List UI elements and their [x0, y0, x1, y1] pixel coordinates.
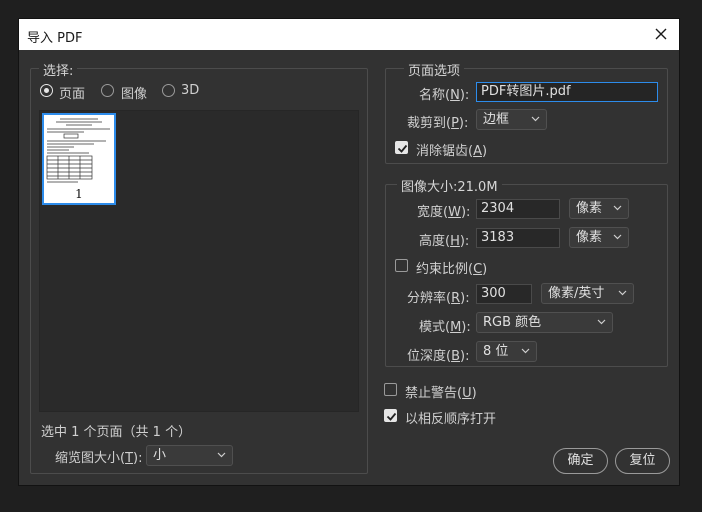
select-legend: 选择:: [39, 60, 78, 79]
crop-label: 裁剪到(P):: [407, 116, 469, 131]
checkmark-icon: [397, 144, 408, 153]
constrain-label[interactable]: 约束比例(C): [416, 258, 487, 277]
import-pdf-dialog: 导入 PDF 选择: 页面 图像 3D 1 选中 1 个页面（共 1 个） 缩览…: [18, 18, 680, 486]
reverse-order-checkbox[interactable]: [384, 409, 397, 422]
checkmark-icon: [386, 412, 397, 421]
depth-select[interactable]: 8 位: [476, 341, 537, 362]
resolution-unit-select[interactable]: 像素/英寸: [541, 283, 634, 304]
width-label: 宽度(W):: [417, 205, 471, 220]
chevron-down-icon: [217, 452, 226, 458]
window-title: 导入 PDF: [27, 31, 83, 46]
chevron-down-icon: [613, 205, 622, 211]
name-label: 名称(N):: [419, 88, 470, 103]
page-options-legend: 页面选项: [404, 60, 465, 79]
resolution-field[interactable]: 300: [476, 284, 532, 304]
suppress-warnings-checkbox[interactable]: [384, 383, 397, 396]
radio-image[interactable]: [101, 84, 114, 97]
depth-label: 位深度(B):: [407, 349, 470, 364]
height-unit-select[interactable]: 像素: [569, 227, 629, 248]
page-thumbnail[interactable]: 1: [42, 113, 116, 205]
chevron-down-icon: [618, 290, 627, 296]
height-label: 高度(H):: [419, 234, 470, 249]
name-field[interactable]: PDF转图片.pdf: [476, 82, 658, 102]
resolution-label: 分辨率(R):: [407, 291, 470, 306]
radio-page[interactable]: [40, 84, 53, 97]
reset-button[interactable]: 复位: [615, 448, 670, 474]
constrain-checkbox[interactable]: [395, 259, 408, 272]
width-unit-select[interactable]: 像素: [569, 198, 629, 219]
image-size-legend: 图像大小:21.0M: [397, 176, 502, 195]
title-bar: 导入 PDF: [19, 19, 679, 50]
close-icon[interactable]: [651, 24, 671, 44]
radio-page-label[interactable]: 页面: [59, 83, 85, 102]
thumb-size-label: 缩览图大小(T):: [55, 451, 143, 466]
radio-3d-label[interactable]: 3D: [181, 83, 199, 98]
radio-image-label[interactable]: 图像: [121, 83, 147, 102]
width-field[interactable]: 2304: [476, 199, 560, 219]
selection-status: 选中 1 个页面（共 1 个）: [41, 425, 192, 440]
suppress-warnings-label[interactable]: 禁止警告(U): [405, 382, 477, 401]
chevron-down-icon: [521, 348, 530, 354]
chevron-down-icon: [531, 116, 540, 122]
ok-button[interactable]: 确定: [553, 448, 608, 474]
mode-select[interactable]: RGB 颜色: [476, 312, 613, 333]
thumbnail-panel[interactable]: 1: [39, 110, 359, 412]
antialias-label[interactable]: 消除锯齿(A): [416, 140, 487, 159]
reverse-order-label[interactable]: 以相反顺序打开: [405, 408, 496, 427]
mode-label: 模式(M):: [419, 320, 471, 335]
chevron-down-icon: [597, 319, 606, 325]
radio-3d[interactable]: [162, 84, 175, 97]
thumb-size-select[interactable]: 小: [146, 445, 233, 466]
crop-select[interactable]: 边框: [476, 109, 547, 130]
page-preview-graphic: [46, 118, 110, 183]
page-number: 1: [75, 187, 83, 201]
height-field[interactable]: 3183: [476, 228, 560, 248]
chevron-down-icon: [613, 234, 622, 240]
antialias-checkbox[interactable]: [395, 141, 408, 154]
